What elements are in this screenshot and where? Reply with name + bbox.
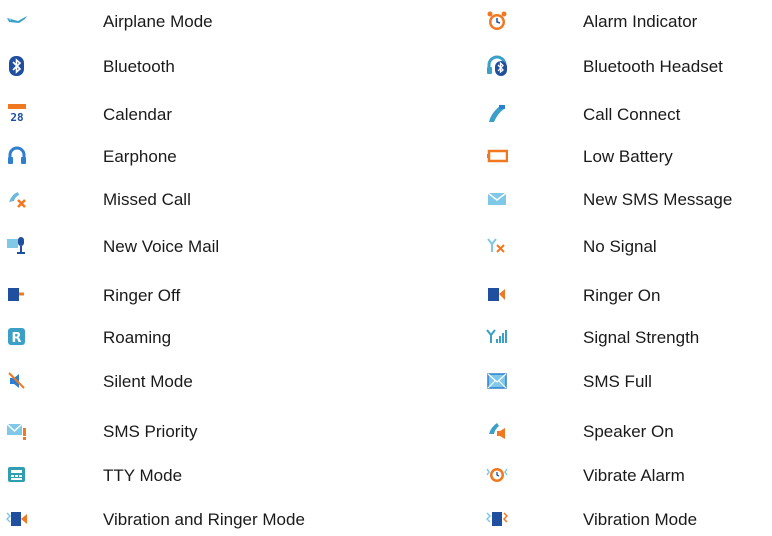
icon-label: SMS Full: [583, 372, 652, 391]
svg-text:R: R: [11, 331, 21, 346]
icon-label: Speaker On: [583, 422, 674, 441]
ringer-off-icon: [6, 284, 28, 306]
earphone-icon: [6, 145, 28, 167]
icon-label: Ringer Off: [103, 286, 181, 305]
speaker-on-icon: [486, 420, 508, 442]
calendar-icon: 28: [6, 103, 28, 125]
low-battery-icon: [486, 145, 508, 167]
icon-label: Signal Strength: [583, 328, 700, 347]
alarm-indicator-icon: [486, 10, 508, 32]
icon-label: Vibrate Alarm: [583, 466, 685, 485]
icon-label: Ringer On: [583, 286, 661, 305]
icon-label: Roaming: [103, 328, 172, 347]
bluetooth-headset-icon: [486, 55, 508, 77]
sms-full-icon: [486, 370, 508, 392]
new-voice-mail-icon: [6, 235, 28, 257]
no-signal-icon: [486, 235, 508, 257]
vibration-and-ringer-mode-icon: [6, 508, 28, 530]
icon-label: Alarm Indicator: [583, 12, 698, 31]
icon-label: Vibration and Ringer Mode: [103, 510, 305, 529]
ringer-on-icon: [486, 284, 508, 306]
icon-label: Missed Call: [103, 190, 191, 209]
calendar-day-text: 28: [10, 111, 23, 124]
airplane-mode-icon: [6, 10, 28, 32]
missed-call-icon: [6, 188, 28, 210]
signal-strength-icon: [486, 326, 508, 348]
tty-mode-icon: [6, 464, 28, 486]
vibration-mode-icon: [486, 508, 508, 530]
roaming-icon: R: [6, 326, 28, 348]
new-sms-message-icon: [486, 188, 508, 210]
icon-label: Earphone: [103, 147, 177, 166]
icon-label: Low Battery: [583, 147, 673, 166]
call-connect-icon: [486, 103, 508, 125]
icon-label: Bluetooth Headset: [583, 57, 723, 76]
silent-mode-icon: [6, 370, 28, 392]
icon-label: Vibration Mode: [583, 510, 698, 529]
icon-label: New SMS Message: [583, 190, 733, 209]
icon-label: Calendar: [103, 105, 172, 124]
icon-label: Call Connect: [583, 105, 681, 124]
icon-label: Airplane Mode: [103, 12, 213, 31]
sms-priority-icon: [6, 420, 28, 442]
vibrate-alarm-icon: [486, 464, 508, 486]
bluetooth-icon: [6, 55, 28, 77]
icon-label: Bluetooth: [103, 57, 175, 76]
icon-label: No Signal: [583, 237, 657, 256]
icon-label: TTY Mode: [103, 466, 183, 485]
icon-label: SMS Priority: [103, 422, 198, 441]
icon-label: Silent Mode: [103, 372, 193, 391]
icon-label: New Voice Mail: [103, 237, 220, 256]
